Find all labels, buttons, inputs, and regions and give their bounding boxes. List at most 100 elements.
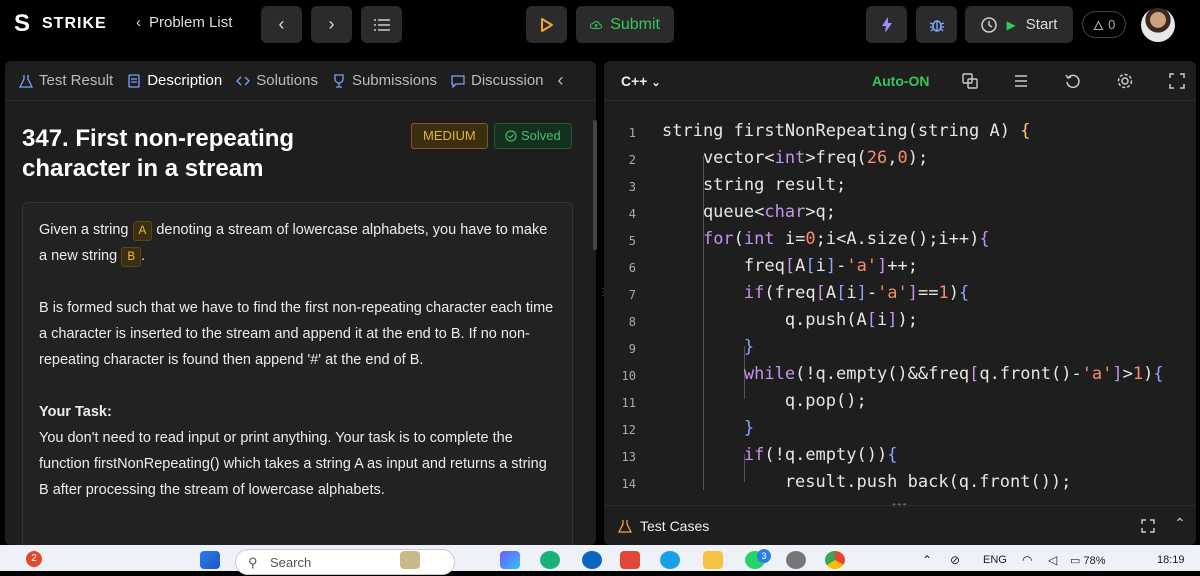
- play-icon: [540, 17, 553, 32]
- chevron-left-icon[interactable]: ‹: [558, 70, 564, 91]
- test-cases-bar[interactable]: Test Cases ⌃: [604, 505, 1196, 545]
- line-number: 10: [621, 369, 636, 383]
- status-badge: Solved: [494, 123, 572, 149]
- whatsapp-badge: 3: [757, 549, 771, 563]
- tab-label: Submissions: [351, 72, 437, 89]
- debug-button[interactable]: [916, 6, 957, 43]
- menu-icon[interactable]: [1012, 72, 1030, 90]
- submit-button[interactable]: Submit: [576, 6, 674, 43]
- copy-icon[interactable]: [961, 72, 979, 90]
- notification-badge[interactable]: 2: [26, 551, 42, 567]
- do-not-disturb-icon[interactable]: ⊘: [950, 553, 960, 567]
- chevron-up-icon[interactable]: ⌃: [1174, 515, 1186, 532]
- problem-panel: Test Result Description Solutions Submis…: [5, 61, 596, 545]
- line-number: 2: [628, 153, 636, 167]
- line-number: 8: [628, 315, 636, 329]
- line-number: 11: [621, 396, 636, 410]
- line-number: 3: [628, 180, 636, 194]
- text: Given a string: [39, 222, 133, 238]
- volume-icon[interactable]: ◁: [1048, 553, 1057, 567]
- description-paragraph: Given a string A denoting a stream of lo…: [39, 217, 556, 269]
- problem-list-link[interactable]: ‹ Problem List: [136, 14, 232, 31]
- code-line: q.push(A[i]);: [662, 310, 918, 330]
- clock[interactable]: 18:19: [1157, 554, 1185, 566]
- flask-icon: [19, 74, 33, 88]
- auto-toggle[interactable]: Auto-ON: [872, 73, 930, 89]
- expand-icon[interactable]: [1141, 519, 1155, 533]
- language-select[interactable]: C++ ⌄: [621, 73, 661, 89]
- code-editor[interactable]: 1 2 3 4 5 6 7 8 9 10 11 12 13 14 string …: [604, 116, 1196, 490]
- tab-submissions[interactable]: Submissions: [332, 72, 437, 89]
- windows-start-icon[interactable]: [200, 551, 220, 569]
- code-icon: [236, 76, 251, 85]
- store-icon[interactable]: [620, 551, 640, 569]
- description-paragraph: B is formed such that we have to find th…: [39, 300, 554, 368]
- problem-title: 347. First non-repeating character in a …: [22, 125, 295, 182]
- fullscreen-icon[interactable]: [1168, 72, 1186, 90]
- battery-level: 78%: [1083, 555, 1106, 567]
- chat-icon: [451, 74, 465, 88]
- streak-counter[interactable]: 🜂 0: [1082, 11, 1126, 38]
- line-number: 12: [621, 423, 636, 437]
- tab-label: Discussion: [471, 72, 544, 89]
- timer-start-button[interactable]: ▶ Start: [965, 6, 1073, 43]
- trophy-icon: [334, 73, 344, 88]
- problem-tabs: Test Result Description Solutions Submis…: [5, 61, 596, 101]
- code-line: if(freq[A[i]-'a']==1){: [743, 283, 970, 303]
- flash-button[interactable]: [866, 6, 907, 43]
- run-button[interactable]: [526, 6, 567, 43]
- editor-toolbar: C++ ⌄ Auto-ON: [604, 61, 1196, 101]
- app-icon[interactable]: [540, 551, 560, 569]
- battery-indicator[interactable]: ▭ 78%: [1070, 554, 1105, 567]
- hp-icon[interactable]: [582, 551, 602, 569]
- chevron-down-icon: ⌄: [651, 77, 661, 89]
- language-label: C++: [621, 73, 648, 89]
- test-cases-label: Test Cases: [640, 517, 710, 534]
- line-number: 1: [628, 126, 636, 140]
- tab-solutions[interactable]: Solutions: [236, 72, 318, 89]
- lightning-icon: [881, 16, 892, 33]
- strike-logo[interactable]: S STRIKE: [14, 12, 107, 36]
- tab-discussion[interactable]: Discussion: [451, 72, 544, 89]
- widget-icon[interactable]: [400, 551, 420, 569]
- tab-description[interactable]: Description: [127, 72, 222, 89]
- scrollbar[interactable]: [593, 120, 597, 250]
- check-circle-icon: [505, 130, 517, 142]
- flame-icon: 🜂: [1092, 17, 1105, 33]
- chevron-right-icon: ›: [328, 14, 335, 34]
- os-taskbar: 2 ⚲ Search 3 ⌃ ⊘ ENG ◠ ◁ ▭ 78% 18:19: [0, 545, 1200, 575]
- tab-label: Solutions: [256, 72, 318, 89]
- task-heading: Your Task:: [39, 404, 112, 420]
- prev-problem-button[interactable]: ‹: [261, 6, 302, 43]
- chrome-icon[interactable]: [825, 551, 845, 569]
- code-line: while(!q.empty()&&freq[q.front()-'a']>1)…: [743, 364, 1164, 384]
- inline-code: B: [121, 247, 142, 267]
- language-indicator[interactable]: ENG: [983, 554, 1007, 566]
- next-problem-button[interactable]: ›: [311, 6, 352, 43]
- line-number: 5: [628, 234, 636, 248]
- code-line: if(!q.empty()){: [743, 445, 898, 465]
- app-name: STRIKE: [42, 15, 107, 32]
- edge-icon[interactable]: [660, 551, 680, 569]
- code-line: q.pop();: [662, 391, 867, 411]
- search-placeholder: Search: [270, 555, 312, 570]
- folder-icon[interactable]: [703, 551, 723, 569]
- tab-label: Description: [147, 72, 223, 89]
- bug-icon: [929, 19, 944, 32]
- wifi-icon[interactable]: ◠: [1022, 553, 1032, 567]
- tab-label: Test Result: [39, 72, 114, 89]
- avatar[interactable]: [1141, 8, 1175, 42]
- chevron-up-icon[interactable]: ⌃: [922, 553, 932, 567]
- reset-icon[interactable]: [1064, 72, 1082, 90]
- start-label: Start: [1025, 16, 1058, 33]
- gear-icon[interactable]: [1116, 72, 1134, 90]
- copilot-icon[interactable]: [500, 551, 520, 569]
- list-icon: [373, 18, 390, 31]
- taskbar-search[interactable]: ⚲ Search: [235, 549, 455, 575]
- problem-description: Given a string A denoting a stream of lo…: [22, 202, 573, 545]
- tab-test-result[interactable]: Test Result: [19, 72, 113, 89]
- settings-icon[interactable]: [786, 551, 806, 569]
- play-icon: ▶: [1006, 17, 1016, 32]
- problem-list-button[interactable]: [361, 6, 402, 43]
- code-line: string result;: [662, 175, 847, 195]
